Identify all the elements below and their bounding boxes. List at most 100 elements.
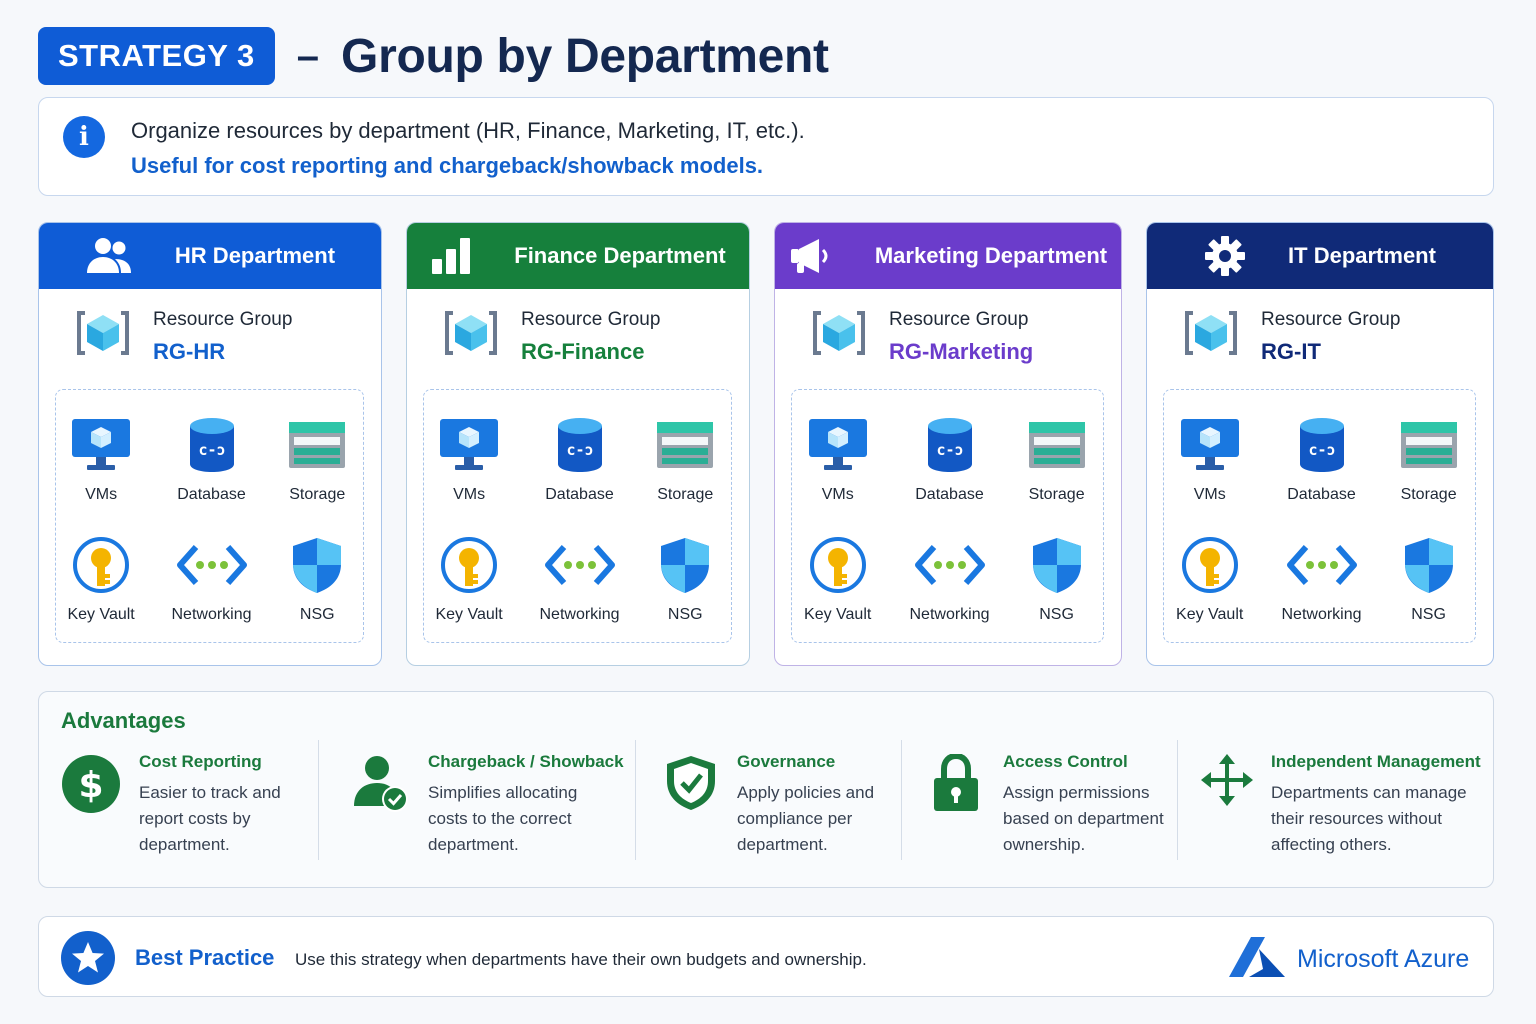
nsg-icon bbox=[1002, 536, 1112, 594]
svg-text:c-ɔ: c-ɔ bbox=[1308, 441, 1335, 459]
database-icon: c-ɔ bbox=[895, 416, 1005, 474]
best-practice-text: Use this strategy when departments have … bbox=[295, 950, 867, 969]
info-description: Organize resources by department (HR, Fi… bbox=[131, 118, 805, 143]
resource-label: Storage bbox=[289, 486, 346, 503]
resource-label: VMs bbox=[453, 486, 486, 503]
dept-title: Finance Department bbox=[514, 243, 726, 268]
resource-vms: VMs bbox=[783, 416, 893, 504]
advantage-description-line: Apply policies and bbox=[737, 783, 875, 802]
dept-title: Marketing Department bbox=[874, 243, 1108, 268]
resources-box: VMs c-ɔ Database Storage Key Vault Networking… bbox=[423, 389, 732, 643]
resource-label: Storage bbox=[1028, 486, 1085, 503]
info-box: i Organize resources by department (HR, … bbox=[38, 97, 1494, 196]
resource-networking: Networking bbox=[525, 536, 635, 624]
resource-label: NSG bbox=[299, 606, 335, 623]
resource-group-label: Resource Group bbox=[153, 309, 293, 330]
resource-label: VMs bbox=[821, 486, 854, 503]
advantages-panel: Advantages $ Cost Reporting Easier to trac… bbox=[38, 691, 1494, 888]
advantage-description-line: department. bbox=[737, 835, 828, 854]
advantage-description-line: Easier to track and bbox=[139, 783, 281, 802]
resources-box: VMs c-ɔ Database Storage Key Vault Networking… bbox=[1163, 389, 1476, 643]
resource-label: Networking bbox=[171, 606, 252, 623]
dept-header-marketing: Marketing Department bbox=[775, 223, 1121, 289]
move-arrows-icon bbox=[1201, 754, 1253, 811]
nsg-icon bbox=[1374, 536, 1484, 594]
resource-label: Key Vault bbox=[435, 606, 503, 623]
storage-icon bbox=[1002, 416, 1112, 474]
dept-header-finance: Finance Department bbox=[407, 223, 749, 289]
resource-group-label: Resource Group bbox=[521, 309, 661, 330]
resource-label: NSG bbox=[1039, 606, 1074, 623]
advantages-title: Advantages bbox=[61, 708, 186, 733]
resource-vms: VMs bbox=[1155, 416, 1265, 504]
advantage-divider bbox=[635, 740, 636, 860]
resource-nsg: NSG bbox=[1002, 536, 1112, 624]
resource-label: Database bbox=[177, 486, 246, 503]
resource-key-vault: Key Vault bbox=[414, 536, 524, 624]
info-highlight: Useful for cost reporting and chargeback… bbox=[131, 153, 764, 178]
resource-label: NSG bbox=[1411, 606, 1446, 623]
dept-card-hr: HR Department Resource Group RG-HR VMs c-ɔ Da… bbox=[38, 222, 382, 666]
resource-label: Networking bbox=[1281, 606, 1362, 623]
nsg-icon bbox=[262, 536, 372, 594]
resource-nsg: NSG bbox=[262, 536, 372, 624]
resource-label: Networking bbox=[909, 606, 990, 623]
resource-label: VMs bbox=[85, 486, 118, 503]
gear-icon bbox=[1204, 235, 1266, 277]
advantage-description-line: report costs by bbox=[139, 809, 251, 828]
dept-card-marketing: Marketing Department Resource Group RG-Mar… bbox=[774, 222, 1122, 666]
best-practice-panel: Best Practice Use this strategy when dep… bbox=[38, 916, 1494, 997]
vm-icon bbox=[783, 416, 893, 474]
nsg-icon bbox=[630, 536, 740, 594]
advantage-title: Chargeback / Showback bbox=[428, 752, 624, 771]
resource-group-icon bbox=[811, 309, 867, 362]
advantage-description-line: Simplifies allocating bbox=[428, 783, 578, 802]
resource-storage: Storage bbox=[630, 416, 740, 504]
resource-vms: VMs bbox=[414, 416, 524, 504]
database-icon: c-ɔ bbox=[525, 416, 635, 474]
resource-database: c-ɔ Database bbox=[1267, 416, 1377, 504]
advantage-divider bbox=[1177, 740, 1178, 860]
dollar-icon: $ bbox=[61, 754, 121, 819]
resource-group-icon bbox=[443, 309, 499, 362]
azure-brand: Microsoft Azure bbox=[1297, 945, 1470, 973]
vm-icon bbox=[1155, 416, 1265, 474]
lock-icon bbox=[933, 752, 979, 817]
key-vault-icon bbox=[46, 536, 156, 594]
resource-vms: VMs bbox=[46, 416, 156, 504]
svg-text:c-ɔ: c-ɔ bbox=[936, 441, 963, 459]
advantage-description: Simplifies allocating costs to the correc… bbox=[428, 780, 577, 858]
networking-icon bbox=[157, 536, 267, 594]
resource-label: Key Vault bbox=[804, 606, 872, 623]
azure-logo-icon bbox=[1229, 935, 1287, 984]
info-icon: i bbox=[63, 116, 105, 158]
networking-icon bbox=[525, 536, 635, 594]
resource-label: Key Vault bbox=[67, 606, 135, 623]
resources-box: VMs c-ɔ Database Storage Key Vault Networking… bbox=[55, 389, 364, 643]
advantage-description-line: based on department bbox=[1003, 809, 1164, 828]
resource-group-icon bbox=[75, 309, 131, 362]
resources-box: VMs c-ɔ Database Storage Key Vault Networking… bbox=[791, 389, 1104, 643]
resource-group-name: RG-IT bbox=[1261, 339, 1321, 364]
resource-database: c-ɔ Database bbox=[895, 416, 1005, 504]
storage-icon bbox=[262, 416, 372, 474]
dept-header-hr: HR Department bbox=[39, 223, 381, 289]
key-vault-icon bbox=[414, 536, 524, 594]
advantage-description-line: compliance per bbox=[737, 809, 853, 828]
dept-title: IT Department bbox=[1288, 243, 1436, 268]
key-vault-icon bbox=[783, 536, 893, 594]
advantage-title: Governance bbox=[737, 752, 836, 771]
resource-nsg: NSG bbox=[1374, 536, 1484, 624]
database-icon: c-ɔ bbox=[157, 416, 267, 474]
resource-key-vault: Key Vault bbox=[46, 536, 156, 624]
advantage-description: Apply policies and compliance per departme… bbox=[737, 780, 874, 858]
svg-text:$: $ bbox=[78, 765, 103, 806]
page-header: STRATEGY 3 – Group by Department bbox=[38, 27, 829, 85]
resource-group-name: RG-Marketing bbox=[889, 339, 1034, 364]
storage-icon bbox=[1374, 416, 1484, 474]
advantage-description-line: department. bbox=[428, 835, 519, 854]
advantage-description-line: their resources without bbox=[1271, 809, 1443, 828]
dept-card-finance: Finance Department Resource Group RG-Finan… bbox=[406, 222, 750, 666]
database-icon: c-ɔ bbox=[1267, 416, 1377, 474]
strategy-badge: STRATEGY 3 bbox=[38, 27, 275, 85]
